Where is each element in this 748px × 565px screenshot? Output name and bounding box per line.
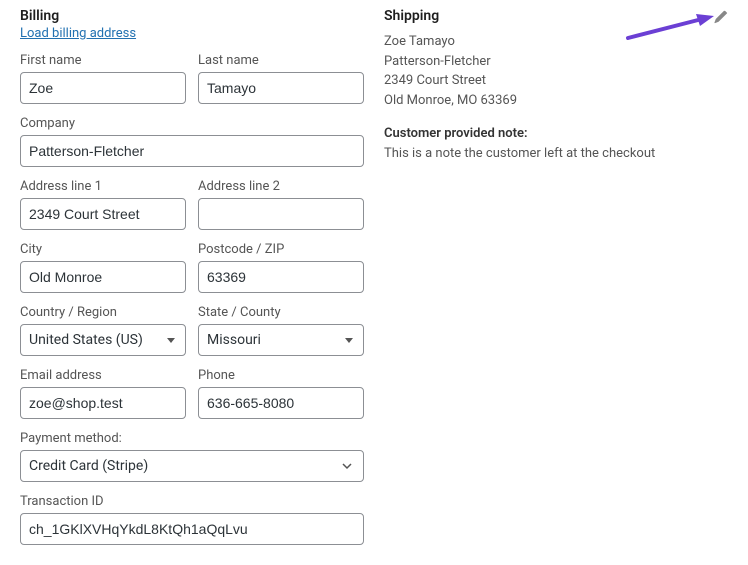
shipping-section: Shipping Zoe Tamayo Patterson-Fletcher 2… (384, 8, 728, 557)
customer-note-heading: Customer provided note: (384, 124, 728, 144)
billing-heading: Billing (20, 8, 364, 24)
last-name-input[interactable] (198, 72, 364, 104)
last-name-label: Last name (198, 53, 364, 68)
address1-label: Address line 1 (20, 179, 186, 194)
billing-section: Billing Load billing address First name … (20, 8, 364, 557)
phone-label: Phone (198, 368, 364, 383)
shipping-city-line: Old Monroe, MO 63369 (384, 91, 728, 111)
address2-label: Address line 2 (198, 179, 364, 194)
chevron-down-icon (341, 460, 353, 472)
shipping-name: Zoe Tamayo (384, 32, 728, 52)
payment-method-label: Payment method: (20, 431, 364, 446)
pencil-icon[interactable] (714, 10, 728, 28)
city-label: City (20, 242, 186, 257)
shipping-company: Patterson-Fletcher (384, 52, 728, 72)
email-label: Email address (20, 368, 186, 383)
state-select[interactable]: Missouri (198, 324, 364, 356)
country-value: United States (US) (29, 332, 143, 348)
country-select[interactable]: United States (US) (20, 324, 186, 356)
email-input[interactable] (20, 387, 186, 419)
first-name-input[interactable] (20, 72, 186, 104)
payment-method-select[interactable]: Credit Card (Stripe) (20, 450, 364, 482)
customer-note-text: This is a note the customer left at the … (384, 144, 728, 164)
country-label: Country / Region (20, 305, 186, 320)
load-billing-address-link[interactable]: Load billing address (20, 26, 136, 41)
state-value: Missouri (207, 332, 261, 348)
city-input[interactable] (20, 261, 186, 293)
state-label: State / County (198, 305, 364, 320)
address1-input[interactable] (20, 198, 186, 230)
shipping-heading: Shipping (384, 8, 728, 24)
chevron-down-icon (345, 338, 353, 343)
first-name-label: First name (20, 53, 186, 68)
transaction-id-input[interactable] (20, 513, 364, 545)
postcode-input[interactable] (198, 261, 364, 293)
shipping-street: 2349 Court Street (384, 71, 728, 91)
phone-input[interactable] (198, 387, 364, 419)
company-input[interactable] (20, 135, 364, 167)
company-label: Company (20, 116, 364, 131)
transaction-id-label: Transaction ID (20, 494, 364, 509)
postcode-label: Postcode / ZIP (198, 242, 364, 257)
address2-input[interactable] (198, 198, 364, 230)
payment-method-value: Credit Card (Stripe) (29, 458, 148, 474)
chevron-down-icon (167, 338, 175, 343)
